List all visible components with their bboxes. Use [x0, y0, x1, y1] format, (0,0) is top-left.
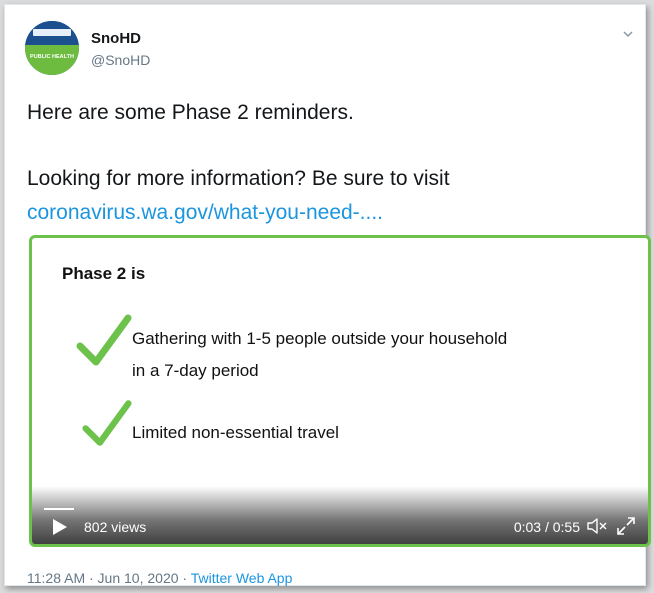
source-app[interactable]: Twitter Web App: [191, 570, 293, 586]
tweet-card: PUBLIC HEALTH SnoHD @SnoHD Here are some…: [4, 4, 651, 586]
chevron-down-icon[interactable]: [621, 27, 635, 41]
avatar-text: PUBLIC HEALTH: [30, 54, 74, 60]
display-name[interactable]: SnoHD: [91, 30, 141, 47]
avatar[interactable]: PUBLIC HEALTH: [25, 21, 79, 75]
play-icon[interactable]: [52, 518, 68, 536]
view-count: 802 views: [84, 519, 147, 535]
tweet-text-line1: Here are some Phase 2 reminders.: [27, 101, 354, 124]
slide-item-1-line2: in a 7-day period: [132, 361, 259, 380]
video-time: 0:03 / 0:55: [513, 519, 580, 535]
timestamp[interactable]: 11:28 AM · Jun 10, 2020 ·: [27, 570, 191, 586]
slide-title: Phase 2 is: [62, 264, 146, 283]
progress-bar[interactable]: [44, 508, 74, 510]
tweet-meta: 11:28 AM · Jun 10, 2020 · Twitter Web Ap…: [27, 570, 292, 586]
mute-icon[interactable]: [586, 516, 608, 536]
slide-item-2: Limited non-essential travel: [132, 423, 339, 442]
tweet-link[interactable]: coronavirus.wa.gov/what-you-need-....: [27, 201, 383, 225]
checkmark-icon: [82, 400, 132, 446]
tweet-text-line2: Looking for more information? Be sure to…: [27, 167, 450, 190]
checkmark-icon: [76, 314, 132, 366]
expand-icon[interactable]: [616, 516, 636, 536]
video-controls: 802 views 0:03 / 0:55: [32, 486, 648, 544]
video-player[interactable]: Phase 2 is Gathering with 1-5 people out…: [29, 235, 651, 547]
slide-item-1-line1: Gathering with 1-5 people outside your h…: [132, 329, 508, 348]
handle[interactable]: @SnoHD: [91, 52, 150, 68]
